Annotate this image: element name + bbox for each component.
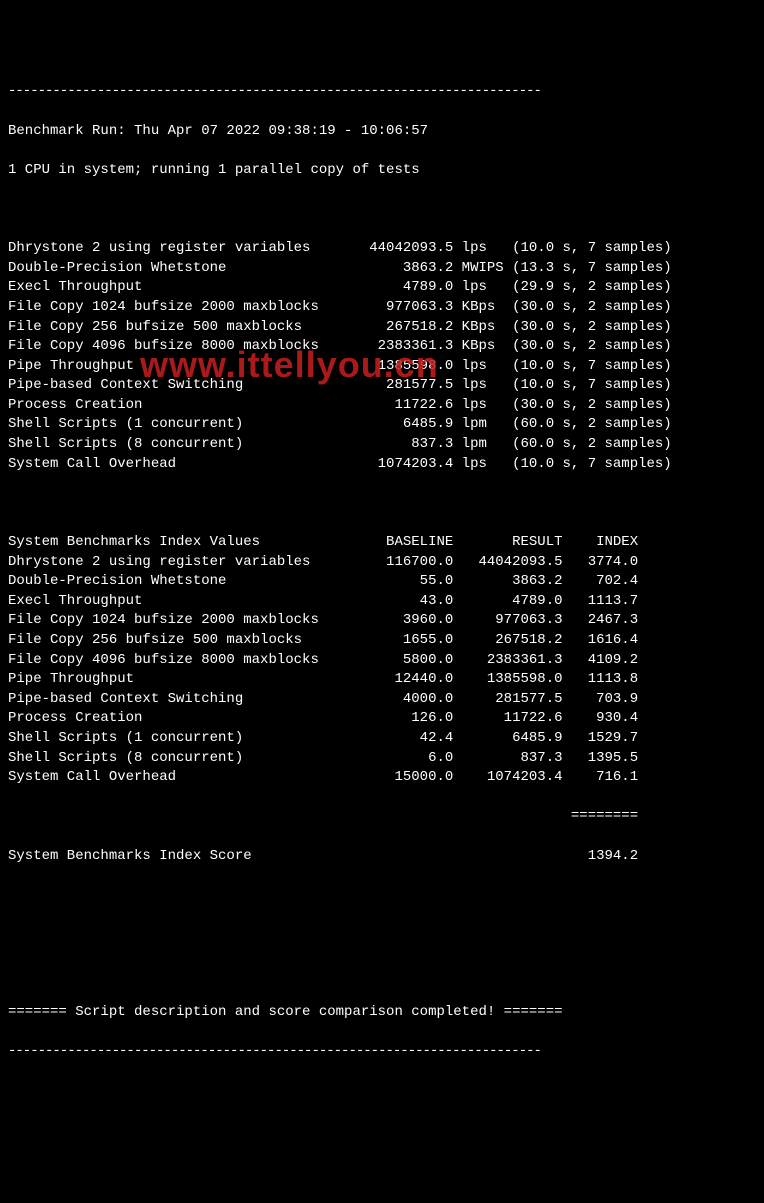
overall-score-line: System Benchmarks Index Score 1394.2 — [8, 847, 756, 867]
run-timestamp-line: Benchmark Run: Thu Apr 07 2022 09:38:19 … — [8, 122, 756, 142]
blank-line — [8, 964, 756, 984]
cpu-info-line: 1 CPU in system; running 1 parallel copy… — [8, 161, 756, 181]
index-values-block: System Benchmarks Index Values BASELINE … — [8, 533, 756, 788]
separator-top: ----------------------------------------… — [8, 82, 756, 102]
blank-line — [8, 200, 756, 220]
index-separator: ======== — [8, 807, 756, 827]
blank-line — [8, 886, 756, 906]
separator-bottom: ----------------------------------------… — [8, 1042, 756, 1062]
blank-line — [8, 925, 756, 945]
blank-line — [8, 494, 756, 514]
completion-line: ======= Script description and score com… — [8, 1003, 756, 1023]
raw-results-block: Dhrystone 2 using register variables 440… — [8, 239, 756, 474]
